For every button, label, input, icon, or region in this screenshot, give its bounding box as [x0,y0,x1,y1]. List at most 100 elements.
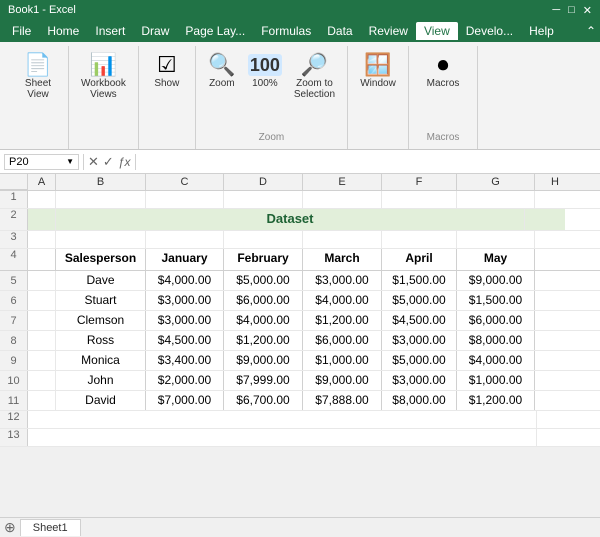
cell-d7[interactable]: $4,000.00 [224,311,303,330]
cell-h1[interactable] [535,191,575,208]
function-icon[interactable]: ƒx [118,155,131,169]
cell-b9[interactable]: Monica [56,351,146,370]
cell-a9[interactable] [28,351,56,370]
cell-e11[interactable]: $7,888.00 [303,391,382,410]
cell-g7[interactable]: $6,000.00 [457,311,535,330]
cell-f5[interactable]: $1,500.00 [382,271,457,290]
cell-h11[interactable] [535,391,575,410]
cell-b6[interactable]: Stuart [56,291,146,310]
menu-item-formulas[interactable]: Formulas [253,22,319,40]
cell-c4[interactable]: January [146,249,224,270]
zoom-button[interactable]: 🔍 Zoom [204,50,240,93]
cell-f10[interactable]: $3,000.00 [382,371,457,390]
window-button[interactable]: 🪟 Window [356,50,400,93]
cell-f9[interactable]: $5,000.00 [382,351,457,370]
show-button[interactable]: ☑ Show [147,50,187,93]
cell-a7[interactable] [28,311,56,330]
row-num-1[interactable]: 1 [0,191,28,208]
cell-b10[interactable]: John [56,371,146,390]
cell-f4[interactable]: April [382,249,457,270]
cell-b3[interactable] [56,231,146,248]
col-header-h[interactable]: H [535,174,575,190]
cell-d6[interactable]: $6,000.00 [224,291,303,310]
col-header-e[interactable]: E [303,174,382,190]
cell-d4[interactable]: February [224,249,303,270]
menu-item-review[interactable]: Review [361,22,416,40]
cell-g8[interactable]: $8,000.00 [457,331,535,350]
row-num-8[interactable]: 8 [0,331,28,350]
row-num-12[interactable]: 12 [0,411,28,428]
minimize-icon[interactable]: ─ [552,4,560,17]
cell-h2[interactable] [525,209,565,230]
row-num-3[interactable]: 3 [0,231,28,248]
cell-e3[interactable] [303,231,382,248]
menu-item-pagelayout[interactable]: Page Lay... [177,22,253,40]
cell-c11[interactable]: $7,000.00 [146,391,224,410]
cell-d3[interactable] [224,231,303,248]
sheet-view-button[interactable]: 📄 SheetView [16,50,60,104]
cell-f7[interactable]: $4,500.00 [382,311,457,330]
cell-g11[interactable]: $1,200.00 [457,391,535,410]
cell-h8[interactable] [535,331,575,350]
cell-b5[interactable]: Dave [56,271,146,290]
cell-e5[interactable]: $3,000.00 [303,271,382,290]
cell-a10[interactable] [28,371,56,390]
cell-c5[interactable]: $4,000.00 [146,271,224,290]
cell-h7[interactable] [535,311,575,330]
cell-a11[interactable] [28,391,56,410]
cell-a6[interactable] [28,291,56,310]
cell-d10[interactable]: $7,999.00 [224,371,303,390]
cell-b8[interactable]: Ross [56,331,146,350]
cell-e1[interactable] [303,191,382,208]
cell-h3[interactable] [535,231,575,248]
cell-b11[interactable]: David [56,391,146,410]
menu-item-help[interactable]: Help [521,22,562,40]
cell-a3[interactable] [28,231,56,248]
cell-e4[interactable]: March [303,249,382,270]
cell-e9[interactable]: $1,000.00 [303,351,382,370]
cell-g1[interactable] [457,191,535,208]
cell-g10[interactable]: $1,000.00 [457,371,535,390]
row-num-7[interactable]: 7 [0,311,28,330]
cell-c3[interactable] [146,231,224,248]
row-num-4[interactable]: 4 [0,249,28,270]
row-num-6[interactable]: 6 [0,291,28,310]
cell-c1[interactable] [146,191,224,208]
cell-h4[interactable] [535,249,575,270]
cell-h10[interactable] [535,371,575,390]
cell-f1[interactable] [382,191,457,208]
cell-d11[interactable]: $6,700.00 [224,391,303,410]
new-sheet-button[interactable]: ⊕ [4,519,16,536]
row-num-5[interactable]: 5 [0,271,28,290]
cell-b2-merged[interactable]: Dataset [56,209,525,230]
workbook-views-button[interactable]: 📊 WorkbookViews [77,50,130,104]
cell-a5[interactable] [28,271,56,290]
row-num-10[interactable]: 10 [0,371,28,390]
menu-item-insert[interactable]: Insert [87,22,133,40]
menu-item-data[interactable]: Data [319,22,360,40]
menu-item-developer[interactable]: Develo... [458,22,521,40]
menu-item-draw[interactable]: Draw [133,22,177,40]
zoom-selection-button[interactable]: 🔎 Zoom toSelection [290,50,339,104]
cell-b1[interactable] [56,191,146,208]
col-header-c[interactable]: C [146,174,224,190]
menu-item-view[interactable]: View [416,22,458,40]
cell-a8[interactable] [28,331,56,350]
cell-a2[interactable] [28,209,56,230]
cancel-formula-icon[interactable]: ✕ [88,154,99,170]
cell-a1[interactable] [28,191,56,208]
cell-h9[interactable] [535,351,575,370]
cell-g9[interactable]: $4,000.00 [457,351,535,370]
menu-item-file[interactable]: File [4,22,39,40]
cell-c8[interactable]: $4,500.00 [146,331,224,350]
cell-g6[interactable]: $1,500.00 [457,291,535,310]
cell-c6[interactable]: $3,000.00 [146,291,224,310]
window-controls[interactable]: ─ □ ✕ [552,4,592,17]
name-box-dropdown-icon[interactable]: ▼ [66,157,74,166]
row-num-13[interactable]: 13 [0,429,28,446]
col-header-f[interactable]: F [382,174,457,190]
cell-b7[interactable]: Clemson [56,311,146,330]
col-header-a[interactable]: A [28,174,56,190]
cell-d1[interactable] [224,191,303,208]
zoom-100-button[interactable]: 100 100% [244,50,286,93]
